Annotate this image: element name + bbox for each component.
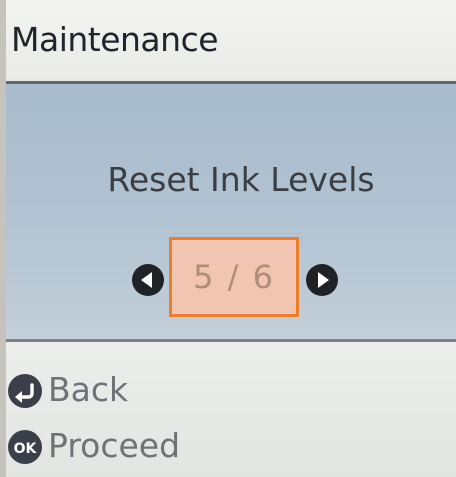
right-arrow-icon[interactable] xyxy=(306,264,338,296)
page-indicator[interactable]: 5 / 6 xyxy=(169,237,299,317)
back-arrow-icon xyxy=(8,374,42,408)
ok-icon-text: OK xyxy=(14,441,38,457)
menu-item-label: Reset Ink Levels xyxy=(107,160,375,199)
page-selector: 5 / 6 xyxy=(6,229,456,317)
main-panel: Reset Ink Levels 5 / 6 xyxy=(6,84,456,339)
ok-icon: OK xyxy=(8,430,42,464)
printer-lcd-screen: Maintenance Reset Ink Levels 5 / 6 Back … xyxy=(0,0,456,477)
proceed-label: Proceed xyxy=(48,426,181,465)
left-arrow-icon[interactable] xyxy=(132,264,164,296)
back-label: Back xyxy=(48,370,129,409)
title-bar: Maintenance xyxy=(6,0,456,84)
button-hint-footer: Back OK Proceed xyxy=(6,339,456,477)
screen-title: Maintenance xyxy=(11,20,219,59)
